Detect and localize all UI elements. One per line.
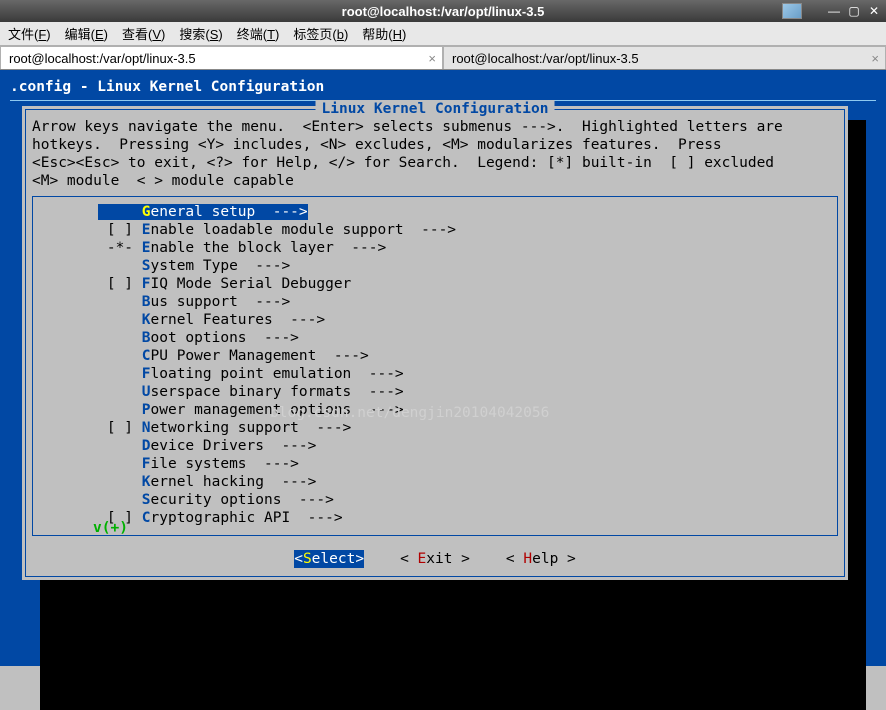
menu-list-box: General setup ---> [ ] Enable loadable m… (32, 196, 838, 536)
config-header: .config - Linux Kernel Configuration (10, 78, 876, 96)
menu-item-4[interactable]: [ ] FIQ Mode Serial Debugger (37, 275, 833, 293)
menu-item-6[interactable]: Kernel Features ---> (37, 311, 833, 329)
dialog-button-sselect[interactable]: <Select> (294, 550, 364, 568)
menu-item-1[interactable]: [ ] Enable loadable module support ---> (37, 221, 833, 239)
menu-item-17[interactable]: [ ] Cryptographic API ---> (37, 509, 833, 527)
more-below-indicator: v(+) (93, 519, 128, 537)
menu-查看[interactable]: 查看(V) (122, 24, 165, 43)
menu-item-10[interactable]: Userspace binary formats ---> (37, 383, 833, 401)
menu-item-15[interactable]: Kernel hacking ---> (37, 473, 833, 491)
menuconfig-dialog: Linux Kernel Configuration Arrow keys na… (22, 106, 848, 580)
tab-close-icon[interactable]: × (428, 51, 436, 66)
menu-item-13[interactable]: Device Drivers ---> (37, 437, 833, 455)
frame-title: Linux Kernel Configuration (316, 100, 555, 118)
menu-item-2[interactable]: -*- Enable the block layer ---> (37, 239, 833, 257)
menubar: 文件(F) 编辑(E) 查看(V) 搜索(S) 终端(T) 标签页(b) 帮助(H) (0, 22, 886, 46)
tab-bar: root@localhost:/var/opt/linux-3.5×root@l… (0, 46, 886, 70)
menu-标签页[interactable]: 标签页(b) (293, 24, 348, 43)
menu-item-5[interactable]: Bus support ---> (37, 293, 833, 311)
dialog-button-exit[interactable]: < Exit > (400, 550, 470, 568)
menu-item-0[interactable]: General setup ---> (37, 203, 833, 221)
terminal-tab-0[interactable]: root@localhost:/var/opt/linux-3.5 × (0, 46, 443, 69)
tab-close-icon[interactable]: × (871, 51, 879, 66)
menu-item-11[interactable]: Power management options ---> (37, 401, 833, 419)
minimize-icon[interactable]: — (826, 3, 842, 19)
windows-stack-icon[interactable] (782, 3, 802, 19)
menu-item-3[interactable]: System Type ---> (37, 257, 833, 275)
menu-item-14[interactable]: File systems ---> (37, 455, 833, 473)
tab-label: root@localhost:/var/opt/linux-3.5 (452, 51, 639, 66)
menu-item-16[interactable]: Security options ---> (37, 491, 833, 509)
terminal-area: .config - Linux Kernel Configuration Lin… (0, 70, 886, 666)
menu-item-12[interactable]: [ ] Networking support ---> (37, 419, 833, 437)
instructions-text: Arrow keys navigate the menu. <Enter> se… (32, 118, 838, 190)
menu-item-8[interactable]: CPU Power Management ---> (37, 347, 833, 365)
button-row: <Select> < Exit > < Help > (32, 550, 838, 568)
menu-item-9[interactable]: Floating point emulation ---> (37, 365, 833, 383)
menu-文件[interactable]: 文件(F) (8, 24, 51, 43)
maximize-icon[interactable]: ▢ (846, 3, 862, 19)
dialog-button-help[interactable]: < Help > (506, 550, 576, 568)
terminal-tab-1[interactable]: root@localhost:/var/opt/linux-3.5 × (443, 46, 886, 69)
window-title: root@localhost:/var/opt/linux-3.5 (342, 4, 545, 19)
menu-编辑[interactable]: 编辑(E) (65, 24, 108, 43)
menu-帮助[interactable]: 帮助(H) (362, 24, 406, 43)
menu-终端[interactable]: 终端(T) (237, 24, 280, 43)
tab-label: root@localhost:/var/opt/linux-3.5 (9, 51, 196, 66)
menu-item-7[interactable]: Boot options ---> (37, 329, 833, 347)
menu-list[interactable]: General setup ---> [ ] Enable loadable m… (37, 203, 833, 527)
window-titlebar: root@localhost:/var/opt/linux-3.5 — ▢ ✕ (0, 0, 886, 22)
close-icon[interactable]: ✕ (866, 3, 882, 19)
menu-搜索[interactable]: 搜索(S) (179, 24, 222, 43)
